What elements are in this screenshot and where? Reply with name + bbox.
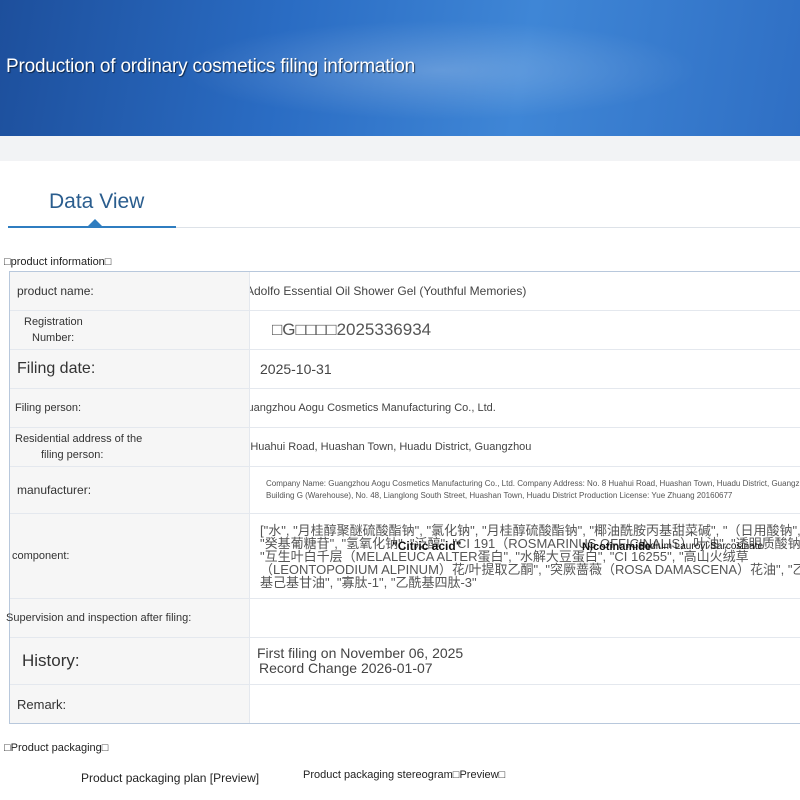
label-residential-address: Residential address of the filing person… <box>10 428 250 466</box>
row-filing-date: Filing date: 2025-10-31 <box>10 350 800 389</box>
component-ingredient-text: ["水", "月桂醇聚醚硫酸酯钠", "氯化钠", "月桂醇硫酸酯钠", "椰油… <box>260 523 800 590</box>
label-remark: Remark: <box>10 685 250 723</box>
row-residential-address: Residential address of the filing person… <box>10 428 800 467</box>
label-product-name: product name: <box>10 272 250 310</box>
component-overlay-citric-acid: "Citric acid" <box>392 539 462 553</box>
row-remark: Remark: <box>10 685 800 723</box>
value-supervision <box>250 599 800 637</box>
value-filing-person-text: Guangzhou Aogu Cosmetics Manufacturing C… <box>250 402 496 414</box>
link-packaging-stereogram-preview[interactable]: Product packaging stereogram□Preview□ <box>303 769 505 781</box>
manufacturer-line1: Company Name: Guangzhou Aogu Cosmetics M… <box>266 479 800 488</box>
tab-baseline <box>176 227 800 228</box>
manufacturer-line2: Building G (Warehouse), No. 48, Lianglon… <box>266 491 733 500</box>
label-component: component: <box>10 514 250 598</box>
row-registration-number: Registration Number: □G□□□□2025336934 <box>10 311 800 350</box>
label-residential-line1: Residential address of the <box>15 433 143 445</box>
label-registration-number: Registration Number: <box>10 311 250 349</box>
label-registration-line2: Number: <box>32 332 75 344</box>
history-first-filing: First filing on November 06, 2025 <box>257 645 464 661</box>
tab-active-underline <box>8 219 176 228</box>
value-history: First filing on November 06, 2025 Record… <box>250 638 800 684</box>
value-registration-number: □G□□□□2025336934 <box>272 320 432 339</box>
value-residential-address: No. 8 Huahui Road, Huashan Town, Huadu D… <box>250 428 800 466</box>
row-filing-person: Filing person: Guangzhou Aogu Cosmetics … <box>10 389 800 428</box>
section-product-packaging: □Product packaging□ <box>4 742 109 754</box>
link-packaging-plan-preview[interactable]: Product packaging plan [Preview] <box>81 771 259 785</box>
value-remark <box>250 685 800 723</box>
row-component: component: ["水", "月桂醇聚醚硫酸酯钠", "氯化钠", "月桂… <box>10 514 800 599</box>
banner-divider-strip <box>0 136 800 161</box>
history-record-change: Record Change 2026-01-07 <box>259 660 433 676</box>
product-info-table: product name: Adolfo Essential Oil Showe… <box>6 271 800 724</box>
value-product-name: Adolfo Essential Oil Shower Gel (Youthfu… <box>250 272 800 310</box>
label-filing-date: Filing date: <box>10 350 250 388</box>
value-residential-address-text: No. 8 Huahui Road, Huashan Town, Huadu D… <box>250 441 532 453</box>
value-manufacturer-text: Company Name: Guangzhou Aogu Cosmetics M… <box>266 478 800 502</box>
value-filing-person: Guangzhou Aogu Cosmetics Manufacturing C… <box>250 389 800 427</box>
header-banner: Production of ordinary cosmetics filing … <box>0 0 800 136</box>
row-supervision: Supervision and inspection after filing: <box>6 599 800 638</box>
tab-data-view[interactable]: Data View <box>49 190 144 214</box>
label-history: History: <box>10 638 250 684</box>
section-product-information: □product information□ <box>4 256 112 268</box>
label-residential-line2: filing person: <box>41 449 104 461</box>
value-filing-date: 2025-10-31 <box>260 361 332 377</box>
label-registration-line1: Registration <box>24 316 83 328</box>
value-product-name-text: Adolfo Essential Oil Shower Gel (Youthfu… <box>250 284 527 298</box>
row-history: History: First filing on November 06, 20… <box>10 638 800 685</box>
row-manufacturer: manufacturer: Company Name: Guangzhou Ao… <box>10 467 800 514</box>
page-title: Production of ordinary cosmetics filing … <box>6 56 416 77</box>
label-supervision-text: Supervision and inspection after filing: <box>6 612 192 624</box>
row-product-name: product name: Adolfo Essential Oil Showe… <box>10 272 800 311</box>
component-overlay-sarcosinate: Sodium Lauroyl Sarcosinate <box>638 541 764 552</box>
tab-active-pointer <box>88 219 102 226</box>
value-manufacturer: Company Name: Guangzhou Aogu Cosmetics M… <box>250 467 800 513</box>
label-supervision: Supervision and inspection after filing: <box>6 599 250 637</box>
value-component: ["水", "月桂醇聚醚硫酸酯钠", "氯化钠", "月桂醇硫酸酯钠", "椰油… <box>250 514 800 598</box>
label-manufacturer: manufacturer: <box>10 467 250 513</box>
label-filing-person: Filing person: <box>10 389 250 427</box>
component-ingredient-list: ["水", "月桂醇聚醚硫酸酯钠", "氯化钠", "月桂醇硫酸酯钠", "椰油… <box>260 524 800 589</box>
